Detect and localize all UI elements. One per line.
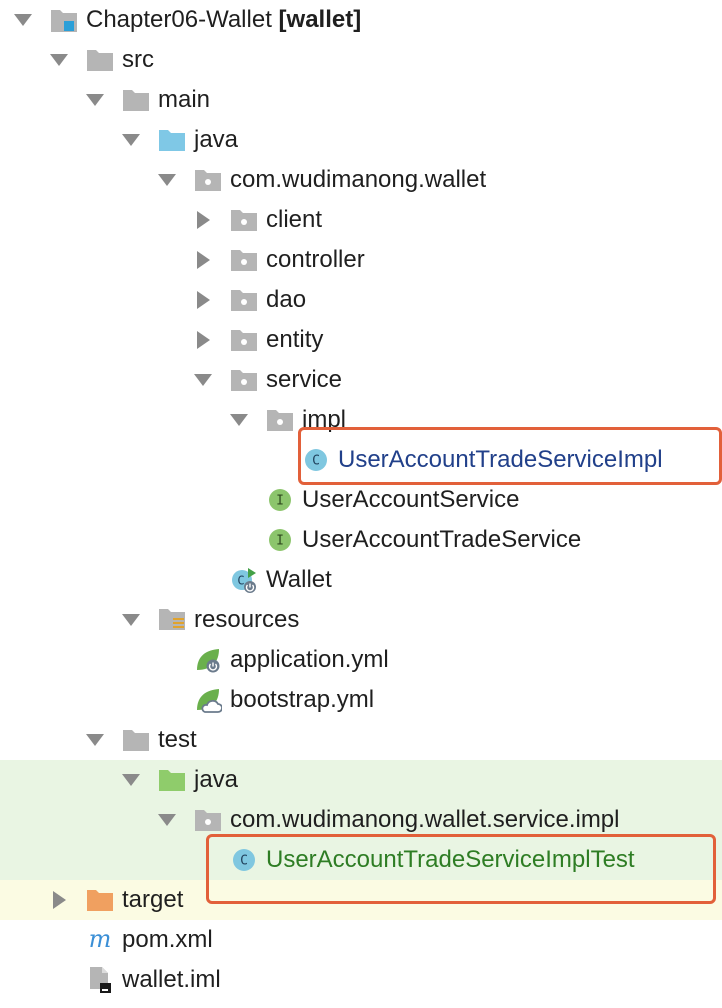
tree-row-package-dao[interactable]: dao — [0, 280, 722, 320]
expand-arrow-icon[interactable] — [120, 760, 142, 800]
tree-row-main[interactable]: main — [0, 80, 722, 120]
test-java-label: java — [194, 766, 239, 793]
tree-row-project[interactable]: Chapter06-Wallet [wallet] — [0, 0, 722, 40]
expand-arrow-icon[interactable] — [120, 120, 142, 160]
package-name-label: client — [266, 206, 323, 233]
target-label: target — [122, 886, 184, 913]
package-icon — [230, 200, 258, 240]
module-folder-icon — [50, 0, 78, 40]
package-icon — [266, 400, 294, 440]
tree-row-src[interactable]: src — [0, 40, 722, 80]
package-name-label: controller — [266, 246, 365, 273]
main-label: main — [158, 86, 211, 113]
expand-arrow-icon[interactable] — [156, 800, 178, 840]
svg-text:C: C — [237, 574, 244, 588]
tree-row-interface[interactable]: I UserAccountTradeService — [0, 520, 722, 560]
collapse-arrow-icon[interactable] — [192, 280, 214, 320]
tree-row-main-java[interactable]: java — [0, 120, 722, 160]
package-icon — [230, 320, 258, 360]
spring-leaf-cloud-icon — [194, 680, 222, 720]
tree-row-pom[interactable]: m pom.xml — [0, 920, 722, 960]
tree-row-iml[interactable]: wallet.iml — [0, 960, 722, 1000]
tree-row-package-client[interactable]: client — [0, 200, 722, 240]
tree-row-package-controller[interactable]: controller — [0, 240, 722, 280]
interface-label: UserAccountTradeService — [302, 526, 582, 553]
package-icon — [230, 280, 258, 320]
expand-arrow-icon[interactable] — [156, 160, 178, 200]
expand-arrow-icon[interactable] — [120, 600, 142, 640]
expand-arrow-icon[interactable] — [12, 0, 34, 40]
expand-arrow-icon[interactable] — [228, 400, 250, 440]
collapse-arrow-icon[interactable] — [192, 240, 214, 280]
tree-row-package-entity[interactable]: entity — [0, 320, 722, 360]
tree-row-test[interactable]: test — [0, 720, 722, 760]
package-icon — [194, 160, 222, 200]
service-label: service — [266, 366, 343, 393]
iml-label: wallet.iml — [122, 966, 221, 993]
folder-icon — [86, 40, 114, 80]
config-file-label: application.yml — [230, 646, 389, 673]
config-file-label: bootstrap.yml — [230, 686, 375, 713]
interface-icon: I — [266, 480, 294, 520]
package-icon — [230, 240, 258, 280]
interface-label: UserAccountService — [302, 486, 520, 513]
maven-icon: m — [86, 920, 114, 960]
tree-row-config-file[interactable]: application.yml — [0, 640, 722, 680]
test-source-folder-icon — [158, 760, 186, 800]
tree-row-test-java[interactable]: java — [0, 760, 722, 800]
module-file-icon — [86, 960, 114, 1000]
package-name-label: dao — [266, 286, 307, 313]
package-label: com.wudimanong.wallet — [230, 166, 487, 193]
expand-arrow-icon[interactable] — [84, 720, 106, 760]
tree-row-config-file[interactable]: bootstrap.yml — [0, 680, 722, 720]
tree-row-package[interactable]: com.wudimanong.wallet — [0, 160, 722, 200]
svg-text:m: m — [89, 926, 112, 953]
expand-arrow-icon[interactable] — [84, 80, 106, 120]
collapse-arrow-icon[interactable] — [48, 880, 70, 920]
tree-row-app-class[interactable]: C Wallet — [0, 560, 722, 600]
test-label: test — [158, 726, 197, 753]
java-label: java — [194, 126, 239, 153]
package-icon — [230, 360, 258, 400]
interface-icon: I — [266, 520, 294, 560]
tree-row-interface[interactable]: I UserAccountService — [0, 480, 722, 520]
src-label: src — [122, 46, 154, 73]
excluded-folder-icon — [86, 880, 114, 920]
resources-folder-icon — [158, 600, 186, 640]
tree-row-package-service[interactable]: service — [0, 360, 722, 400]
package-name-label: entity — [266, 326, 324, 353]
expand-arrow-icon[interactable] — [192, 360, 214, 400]
spring-leaf-power-icon — [194, 640, 222, 680]
expand-arrow-icon[interactable] — [48, 40, 70, 80]
collapse-arrow-icon[interactable] — [192, 200, 214, 240]
collapse-arrow-icon[interactable] — [192, 320, 214, 360]
tree-row-resources[interactable]: resources — [0, 600, 722, 640]
resources-label: resources — [194, 606, 300, 633]
tree-row-target[interactable]: target — [0, 880, 722, 920]
folder-icon — [122, 720, 150, 760]
app-class-label: Wallet — [266, 566, 332, 593]
pom-label: pom.xml — [122, 926, 213, 953]
project-label: Chapter06-Wallet [wallet] — [86, 6, 362, 33]
spring-boot-app-icon: C — [230, 560, 258, 600]
svg-text:I: I — [276, 494, 284, 509]
source-folder-icon — [158, 120, 186, 160]
svg-text:I: I — [276, 534, 284, 549]
impl-class-highlight — [298, 427, 722, 485]
folder-icon — [122, 80, 150, 120]
